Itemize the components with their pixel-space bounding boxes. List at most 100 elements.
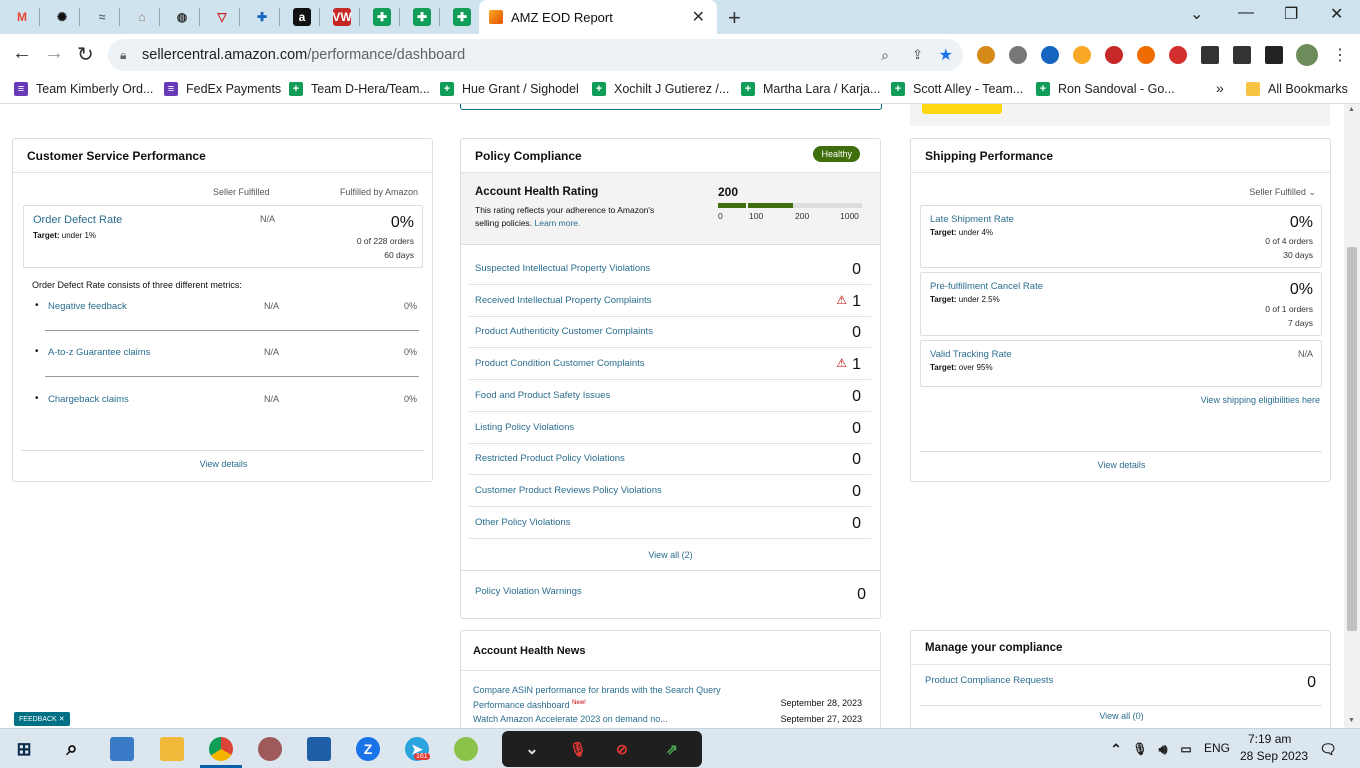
clock-time[interactable]: 7:19 am [1248,732,1291,746]
view-details-link[interactable]: View details [911,460,1332,470]
chevron-up-icon[interactable]: ⌃ [1104,737,1128,761]
policy-row-link[interactable]: Food and Product Safety Issues [475,390,610,401]
zoom-icon[interactable]: ⌕ [881,47,889,64]
restore-icon[interactable]: ❐ [1284,4,1298,24]
metric-link[interactable]: A-to-z Guarantee claims [48,347,150,358]
policy-row-link[interactable]: Listing Policy Violations [475,422,574,433]
extension-icon[interactable] [1009,46,1027,64]
bookmark-item[interactable]: + Scott Alley - Team... [891,82,1023,96]
reload-icon[interactable]: ↻ [77,42,94,67]
paint-app-icon[interactable] [258,737,282,761]
share-icon[interactable]: ⇪ [912,47,923,63]
zoom-app-icon[interactable]: Z [356,737,380,761]
share-screen-icon[interactable]: ⇗ [660,737,684,761]
policy-row-link[interactable]: Suspected Intellectual Property Violatio… [475,263,650,274]
tab-active[interactable]: AMZ EOD Report ✕ [479,0,717,34]
microphone-icon[interactable]: 🎙︎ [1128,737,1152,761]
metric-link[interactable]: Negative feedback [48,301,127,312]
news-item[interactable]: Watch Amazon Accelerate 2023 on demand n… [473,714,773,724]
camera-off-icon[interactable]: ⊘ [610,737,634,761]
browser-tab[interactable]: ✚ [445,2,479,32]
file-explorer-icon[interactable] [160,737,184,761]
browser-tab[interactable]: M [5,2,39,32]
policy-row-link[interactable]: Other Policy Violations [475,517,570,528]
browser-tab[interactable]: ≈ [85,2,119,32]
learn-more-link[interactable]: Learn more. [535,218,581,228]
forward-icon[interactable]: → [44,42,64,65]
browser-tab[interactable]: ✺ [45,2,79,32]
scrollbar-thumb[interactable] [1347,247,1357,631]
network-icon[interactable]: ▭ [1174,737,1198,761]
mic-off-icon[interactable]: 🎙︎ [566,737,590,761]
extension-icon[interactable] [1137,46,1155,64]
puzzle-icon[interactable] [1201,46,1219,64]
more-bookmarks-icon[interactable]: » [1216,80,1224,96]
policy-row-link[interactable]: Product Authenticity Customer Complaints [475,326,653,337]
fulfillment-filter-dropdown[interactable]: Seller Fulfilled ⌄ [1249,187,1316,198]
desktop-app-icon[interactable] [110,737,134,761]
feedback-button[interactable]: FEEDBACK ✕ [14,712,70,726]
back-icon[interactable]: ← [12,42,32,65]
shipping-eligibilities-link[interactable]: View shipping eligibilities here [1201,395,1320,405]
view-all-link[interactable]: View all (0) [911,711,1332,721]
bookmark-item[interactable]: + Hue Grant / Sighodel [440,82,579,96]
side-panel-icon[interactable] [1265,46,1283,64]
view-details-link[interactable]: View details [13,459,434,469]
odr-link[interactable]: Order Defect Rate [33,214,122,226]
page-scrollbar[interactable]: ▲ ▼ [1344,104,1360,728]
bookmark-item[interactable]: + Xochilt J Gutierez /... [592,82,729,96]
browser-tab[interactable]: ✚ [365,2,399,32]
clock-date[interactable]: 28 Sep 2023 [1240,749,1308,763]
bookmark-item[interactable]: + Ron Sandoval - Go... [1036,82,1175,96]
policy-row-link[interactable]: Received Intellectual Property Complaint… [475,295,651,306]
browser-tab[interactable]: ✚ [405,2,439,32]
menu-icon[interactable]: ⋮ [1332,45,1348,65]
cancel-rate-link[interactable]: Pre-fulfillment Cancel Rate [930,281,1043,292]
policy-row-link[interactable]: Restricted Product Policy Violations [475,453,625,464]
policy-warnings-link[interactable]: Policy Violation Warnings [475,586,582,597]
tab-search-icon[interactable]: ⌄ [1190,4,1203,24]
bookmark-item[interactable]: + Team D-Hera/Team... [289,82,430,96]
policy-row-link[interactable]: Product Condition Customer Complaints [475,358,645,369]
close-tab-icon[interactable]: ✕ [692,7,705,27]
extension-icon[interactable] [1105,46,1123,64]
minimize-icon[interactable]: — [1238,4,1254,22]
calculator-icon[interactable] [307,737,331,761]
compliance-requests-link[interactable]: Product Compliance Requests [925,675,1053,686]
policy-row-link[interactable]: Customer Product Reviews Policy Violatio… [475,485,662,496]
volume-icon[interactable]: 🔊︎ [1151,737,1175,761]
paint-3d-icon[interactable] [454,737,478,761]
yellow-button[interactable] [922,104,1002,114]
metric-link[interactable]: Chargeback claims [48,394,129,405]
browser-tab[interactable]: ◍ [165,2,199,32]
close-window-icon[interactable]: ✕ [1330,4,1343,24]
valid-tracking-link[interactable]: Valid Tracking Rate [930,349,1012,360]
search-icon[interactable]: ⌕ [60,737,84,761]
browser-tab[interactable]: ⌂ [125,2,159,32]
extension-icon[interactable] [1041,46,1059,64]
bookmark-item[interactable]: ≡ Team Kimberly Ord... [14,82,153,96]
bookmark-item[interactable]: + Martha Lara / Karja... [741,82,880,96]
new-tab-button[interactable]: + [728,5,741,31]
browser-tab[interactable]: ▽ [205,2,239,32]
view-all-link[interactable]: View all (2) [461,550,880,560]
profile-avatar[interactable] [1296,44,1318,66]
extension-icon[interactable] [1169,46,1187,64]
news-item[interactable]: Compare ASIN performance for brands with… [473,684,773,712]
late-shipment-link[interactable]: Late Shipment Rate [930,214,1014,225]
all-bookmarks[interactable]: All Bookmarks [1246,82,1348,96]
chevron-down-icon[interactable]: ⌄ [520,737,544,761]
reading-list-icon[interactable] [1233,46,1251,64]
windows-start-icon[interactable]: ⊞ [12,737,36,761]
url-bar[interactable]: 🔒︎ sellercentral.amazon.com/performance/… [108,39,963,71]
chrome-icon[interactable] [209,737,233,761]
bookmark-item[interactable]: ≡ FedEx Payments [164,82,281,96]
browser-tab[interactable]: VW [325,2,359,32]
language-indicator[interactable]: ENG [1204,741,1230,755]
extension-icon[interactable] [977,46,995,64]
extension-icon[interactable] [1073,46,1091,64]
browser-tab[interactable]: ✚ [245,2,279,32]
bookmark-star-icon[interactable]: ★ [939,45,953,65]
notification-icon[interactable]: 🗨︎ [1316,737,1340,761]
browser-tab[interactable]: a [285,2,319,32]
